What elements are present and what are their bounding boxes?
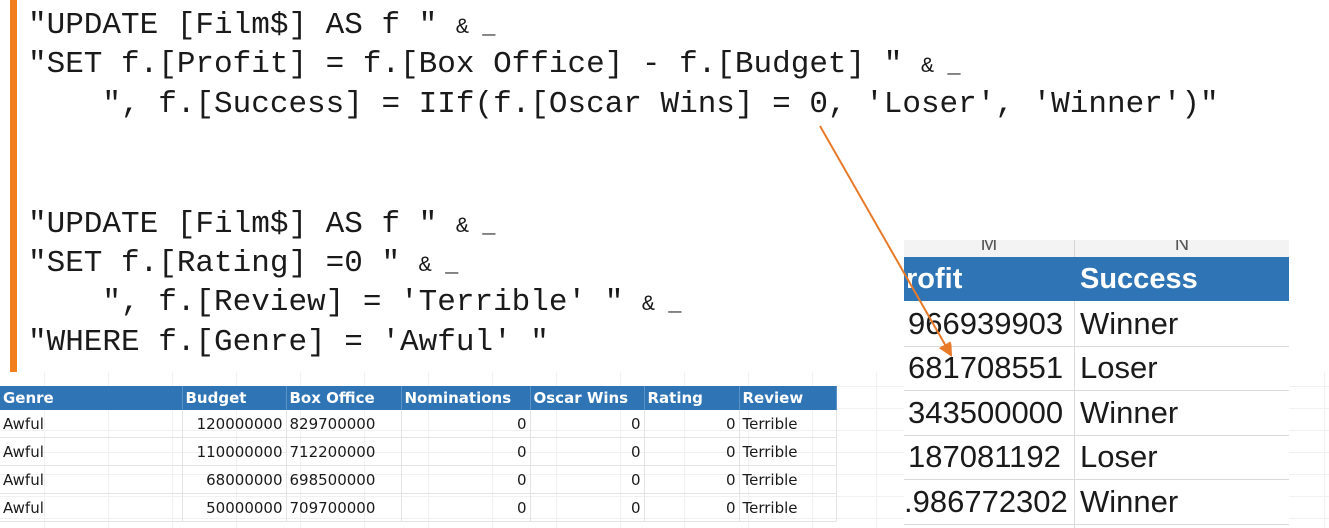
cell-oscar-wins[interactable]: 0 — [530, 410, 645, 438]
cell-budget[interactable]: 68000000 — [182, 465, 287, 494]
cell-genre[interactable]: Awful — [0, 465, 183, 494]
cell-box-office[interactable]: 712200000 — [286, 437, 402, 466]
column-header-rating[interactable]: Rating — [644, 386, 740, 410]
cell-rating[interactable]: 0 — [644, 493, 740, 522]
table-row: Awful 50000000 709700000 0 0 0 Terrible — [0, 493, 837, 522]
column-header-success[interactable]: Success — [1080, 263, 1198, 296]
cell-success[interactable]: Loser — [1080, 439, 1158, 475]
cell-success[interactable]: Loser — [1080, 350, 1158, 386]
cell-nominations[interactable]: 0 — [401, 465, 531, 494]
code-line-2: "SET f.[Profit] = f.[Box Office] - f.[Bu… — [28, 47, 961, 82]
cell-genre[interactable]: Awful — [0, 437, 183, 466]
cell-review[interactable]: Terrible — [739, 410, 837, 438]
table-row: 187081192 Loser — [904, 435, 1289, 480]
table-row: 966939903 Winner — [904, 302, 1289, 347]
cell-nominations[interactable]: 0 — [401, 437, 531, 466]
table-header-row: Genre Budget Box Office Nominations Osca… — [0, 386, 837, 410]
code-line-1: "UPDATE [Film$] AS f " & _ — [28, 8, 496, 43]
cell-rating[interactable]: 0 — [644, 465, 740, 494]
table-row: Awful 120000000 829700000 0 0 0 Terrible — [0, 410, 837, 438]
column-letter-m[interactable]: M — [904, 240, 1075, 258]
cell-box-office[interactable]: 698500000 — [286, 465, 402, 494]
cell-budget[interactable]: 120000000 — [182, 410, 287, 438]
cell-oscar-wins[interactable]: 0 — [530, 493, 645, 522]
cell-genre[interactable]: Awful — [0, 410, 183, 438]
column-letter-n[interactable]: N — [1075, 240, 1289, 258]
zoom-header-row: rofit Success — [904, 257, 1289, 301]
film-data-table: Genre Budget Box Office Nominations Osca… — [0, 386, 837, 522]
cell-rating[interactable]: 0 — [644, 437, 740, 466]
column-header-genre[interactable]: Genre — [0, 386, 183, 410]
cell-success[interactable]: Winner — [1080, 306, 1178, 342]
column-header-nominations[interactable]: Nominations — [401, 386, 531, 410]
cell-review[interactable]: Terrible — [739, 465, 837, 494]
code-line-6: ", f.[Review] = 'Terrible' " & _ — [28, 285, 682, 320]
cell-profit[interactable]: 187081192 — [908, 439, 1061, 475]
code-line-4: "UPDATE [Film$] AS f " & _ — [28, 207, 496, 242]
code-line-7: "WHERE f.[Genre] = 'Awful' " — [28, 325, 549, 360]
cell-success[interactable]: Winner — [1080, 395, 1178, 431]
cell-review[interactable]: Terrible — [739, 493, 837, 522]
cell-success[interactable]: Winner — [1080, 484, 1178, 520]
cell-profit[interactable]: 681708551 — [908, 350, 1063, 386]
code-accent-bar — [10, 0, 17, 372]
zoomed-result-sheet: M N rofit Success 966939903 Winner 68170… — [904, 240, 1289, 528]
cell-oscar-wins[interactable]: 0 — [530, 437, 645, 466]
column-header-oscar-wins[interactable]: Oscar Wins — [530, 386, 645, 410]
cell-profit[interactable]: 343500000 — [908, 395, 1063, 431]
cell-box-office[interactable]: 709700000 — [286, 493, 402, 522]
column-header-box-office[interactable]: Box Office — [286, 386, 402, 410]
cell-box-office[interactable]: 829700000 — [286, 410, 402, 438]
table-row: Awful 110000000 712200000 0 0 0 Terrible — [0, 437, 837, 466]
column-header-budget[interactable]: Budget — [182, 386, 287, 410]
table-row: 343500000 Winner — [904, 391, 1289, 436]
column-header-profit[interactable]: rofit — [906, 263, 962, 296]
cell-nominations[interactable]: 0 — [401, 410, 531, 438]
cell-budget[interactable]: 50000000 — [182, 493, 287, 522]
column-header-review[interactable]: Review — [739, 386, 837, 410]
code-line-5: "SET f.[Rating] =0 " & _ — [28, 246, 459, 281]
table-row: Awful 68000000 698500000 0 0 0 Terrible — [0, 465, 837, 494]
cell-profit[interactable]: 966939903 — [908, 306, 1063, 342]
cell-genre[interactable]: Awful — [0, 493, 183, 522]
cell-review[interactable]: Terrible — [739, 437, 837, 466]
cell-budget[interactable]: 110000000 — [182, 437, 287, 466]
table-row: 681708551 Loser — [904, 346, 1289, 391]
code-line-3: ", f.[Success] = IIf(f.[Oscar Wins] = 0,… — [28, 87, 1219, 122]
cell-nominations[interactable]: 0 — [401, 493, 531, 522]
cell-profit[interactable]: .986772302 — [904, 484, 1068, 520]
table-row: .986772302 Winner — [904, 480, 1289, 525]
cell-rating[interactable]: 0 — [644, 410, 740, 438]
cell-oscar-wins[interactable]: 0 — [530, 465, 645, 494]
